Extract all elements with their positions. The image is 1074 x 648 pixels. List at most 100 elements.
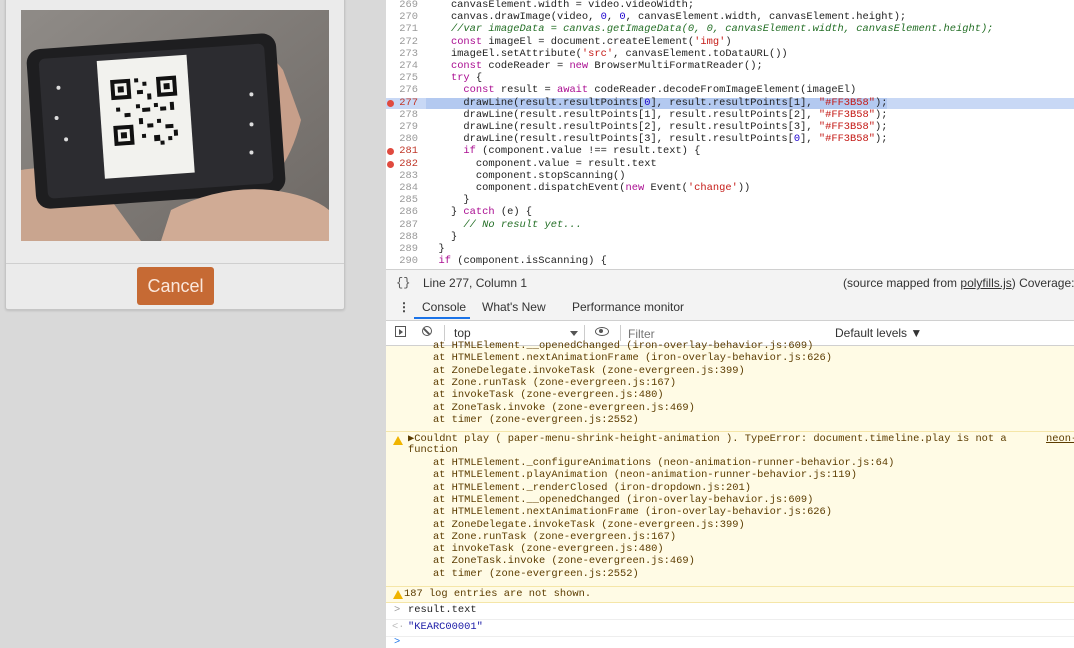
warning-icon	[393, 436, 403, 445]
code-text: // No result yet...	[426, 218, 582, 231]
coverage-label: ) Coverage: n	[1011, 276, 1074, 290]
line-number[interactable]: 277	[386, 97, 418, 109]
line-number[interactable]: 271	[386, 24, 418, 35]
filter-separator	[620, 325, 621, 341]
code-line[interactable]: 290 if (component.isScanning) {	[386, 256, 1074, 267]
pretty-print-icon[interactable]: {}	[396, 276, 410, 290]
line-number[interactable]: 284	[386, 182, 418, 194]
code-line[interactable]: 280 drawLine(result.resultPoints[3], res…	[386, 134, 1074, 145]
console-prompt[interactable]: >	[386, 637, 1074, 648]
stack-frame[interactable]: at timer (zone-evergreen.js:2552)	[408, 414, 639, 426]
code-line[interactable]: 273 imageEl.setAttribute('src', canvasEl…	[386, 48, 1074, 60]
stack-frame[interactable]: at Zone.runTask (zone-evergreen.js:167)	[408, 531, 676, 543]
line-number[interactable]: 275	[386, 73, 418, 84]
stack-frame[interactable]: at HTMLElement.__openedChanged (iron-ove…	[408, 494, 813, 506]
line-number[interactable]: 274	[386, 60, 418, 72]
stack-frame[interactable]: at invokeTask (zone-evergreen.js:480)	[408, 544, 664, 555]
code-line[interactable]: 281 if (component.value !== result.text)…	[386, 146, 1074, 157]
code-line[interactable]: 274 const codeReader = new BrowserMultiF…	[386, 60, 1074, 72]
line-number[interactable]: 279	[386, 121, 418, 133]
stack-frame[interactable]: at ZoneTask.invoke (zone-evergreen.js:46…	[408, 556, 695, 567]
result-value[interactable]: "KEARC00001"	[408, 622, 483, 633]
stack-frame[interactable]: at ZoneDelegate.invokeTask (zone-evergre…	[408, 519, 745, 531]
code-line[interactable]: 289 }	[386, 243, 1074, 255]
code-line[interactable]: 286 } catch (e) {	[386, 207, 1074, 218]
source-map-link[interactable]: polyfills.js	[960, 276, 1011, 290]
code-line[interactable]: 285 }	[386, 195, 1074, 206]
stack-frame[interactable]: at ZoneDelegate.invokeTask (zone-evergre…	[408, 365, 745, 377]
line-number[interactable]: 289	[386, 243, 418, 255]
code-line[interactable]: 284 component.dispatchEvent(new Event('c…	[386, 182, 1074, 194]
code-line[interactable]: 276 const result = await codeReader.deco…	[386, 85, 1074, 96]
tab-console[interactable]: Console	[422, 300, 466, 314]
stack-frame[interactable]: at timer (zone-evergreen.js:2552)	[408, 568, 639, 580]
stack-frame[interactable]: at invokeTask (zone-evergreen.js:480)	[408, 390, 664, 401]
code-line[interactable]: 269 canvasElement.width = video.videoWid…	[386, 0, 1074, 11]
code-text: component.value = result.text	[426, 157, 657, 170]
code-line[interactable]: 272 const imageEl = document.createEleme…	[386, 36, 1074, 48]
line-number[interactable]: 273	[386, 48, 418, 60]
stack-frame[interactable]: at ZoneTask.invoke (zone-evergreen.js:46…	[408, 402, 695, 414]
code-line[interactable]: 275 try {	[386, 73, 1074, 84]
line-number[interactable]: 283	[386, 170, 418, 182]
stack-frame[interactable]: at HTMLElement._renderClosed (iron-dropd…	[408, 482, 751, 494]
stack-frame[interactable]: at HTMLElement.playAnimation (neon-anima…	[408, 470, 857, 481]
tab-performance-monitor[interactable]: Performance monitor	[572, 300, 684, 314]
stack-frame[interactable]: at Zone.runTask (zone-evergreen.js:167)	[408, 377, 676, 389]
line-number[interactable]: 287	[386, 219, 418, 231]
line-number[interactable]: 276	[386, 85, 418, 96]
source-map-prefix: (source mapped from	[843, 276, 961, 290]
code-line[interactable]: 270 canvas.drawImage(video, 0, 0, canvas…	[386, 12, 1074, 23]
code-text: drawLine(result.resultPoints[1], result.…	[426, 108, 888, 121]
console-result: <· "KEARC00001"	[386, 620, 1074, 637]
code-line[interactable]: 279 drawLine(result.resultPoints[2], res…	[386, 121, 1074, 133]
code-text: drawLine(result.resultPoints[0], result.…	[426, 96, 888, 109]
code-line[interactable]: 283 component.stopScanning()	[386, 170, 1074, 182]
cancel-button[interactable]: Cancel	[137, 267, 214, 305]
stack-frame[interactable]: at HTMLElement.nextAnimationFrame (iron-…	[408, 353, 832, 364]
line-number[interactable]: 270	[386, 12, 418, 23]
result-arrow-icon: <·	[392, 621, 405, 633]
source-editor[interactable]: 269 canvasElement.width = video.videoWid…	[386, 0, 1074, 269]
line-number[interactable]: 272	[386, 36, 418, 48]
line-number[interactable]: 282	[386, 158, 418, 170]
camera-preview	[21, 10, 329, 241]
drawer-menu-icon[interactable]: ⋮	[398, 300, 410, 314]
warning-source-link[interactable]: neon-	[1046, 434, 1074, 445]
code-line[interactable]: 271 //var imageData = canvas.getImageDat…	[386, 24, 1074, 35]
code-line-paused[interactable]: 277 drawLine(result.resultPoints[0], res…	[386, 96, 1074, 109]
code-line[interactable]: 288 }	[386, 231, 1074, 243]
stack-frame[interactable]: at HTMLElement.__openedChanged (iron-ove…	[408, 341, 813, 352]
code-text: canvasElement.width = video.videoWidth;	[426, 0, 695, 11]
line-number[interactable]: 290	[386, 256, 418, 267]
live-expression-eye-icon[interactable]	[595, 327, 609, 336]
code-text: canvas.drawImage(video, 0, 0, canvasElem…	[426, 11, 907, 24]
line-number[interactable]: 278	[386, 109, 418, 121]
warning-text[interactable]: ▶Couldnt play ( paper-menu-shrink-height…	[408, 434, 1007, 445]
card-divider	[6, 263, 344, 264]
line-number[interactable]: 281	[386, 146, 418, 157]
code-line[interactable]: 287 // No result yet...	[386, 218, 1074, 231]
warning-text-continued: function	[408, 444, 458, 456]
log-levels-dropdown[interactable]: Default levels ▼	[835, 326, 922, 340]
sidebar-toggle-icon[interactable]	[395, 326, 406, 337]
line-number[interactable]: 269	[386, 0, 418, 11]
line-number[interactable]: 288	[386, 231, 418, 243]
line-number[interactable]: 286	[386, 207, 418, 218]
stack-frame[interactable]: at HTMLElement.nextAnimationFrame (iron-…	[408, 507, 832, 518]
tab-whats-new[interactable]: What's New	[482, 300, 546, 314]
console-input-echo: > result.text	[386, 603, 1074, 620]
clear-console-icon[interactable]	[422, 326, 432, 336]
code-text: try {	[450, 72, 483, 85]
context-dropdown-icon[interactable]	[570, 331, 578, 336]
line-number[interactable]: 280	[386, 134, 418, 145]
context-separator-2	[584, 325, 585, 341]
code-line[interactable]: 278 drawLine(result.resultPoints[1], res…	[386, 108, 1074, 121]
code-line[interactable]: 282 component.value = result.text	[386, 157, 1074, 170]
hidden-entries-text: 187 log entries are not shown.	[404, 588, 592, 600]
context-selector[interactable]: top	[454, 326, 471, 340]
stack-frame[interactable]: at HTMLElement._configureAnimations (neo…	[408, 458, 894, 469]
cursor-position: Line 277, Column 1	[423, 276, 528, 290]
line-number[interactable]: 285	[386, 195, 418, 206]
hidden-entries-notice: 187 log entries are not shown.	[386, 587, 1074, 603]
